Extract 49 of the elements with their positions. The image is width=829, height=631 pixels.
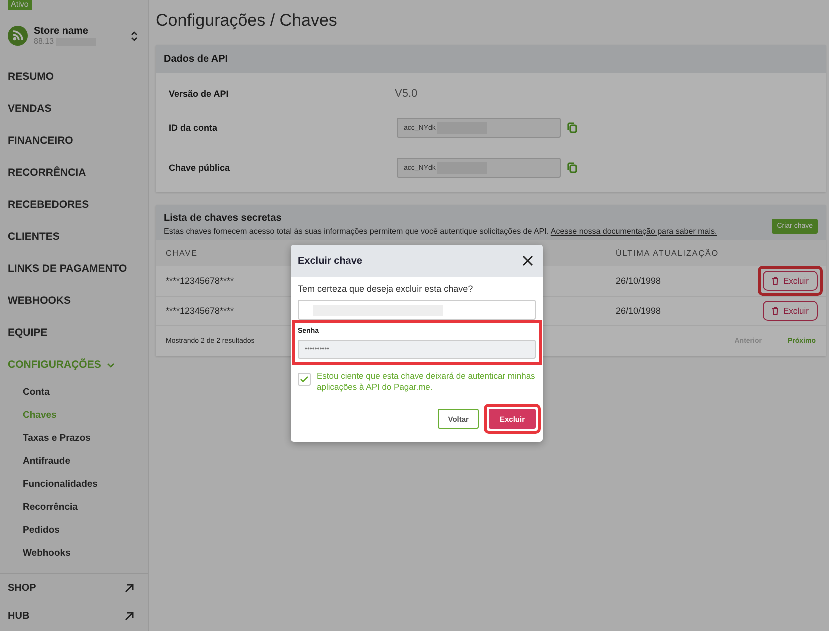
card-description: Estas chaves fornecem acesso total às suas informações permitem que você autentique solicitações de API. Acesse nossa documentação para saber mais. [164,227,718,236]
field-label: Chave pública [169,163,232,173]
external-link-arrow-icon [125,612,134,620]
sidebar-subitem[interactable]: Conta [0,381,148,404]
dialog-title: Excluir chave [298,256,362,266]
sidebar-subitem[interactable]: Antifraude [0,450,148,473]
documentation-link[interactable]: Acesse nossa documentação para saber mais. [550,227,718,236]
sidebar-item[interactable]: SHOP [8,582,36,594]
sidebar-item[interactable]: HUB [8,610,30,622]
field-label: ID da conta [169,123,219,133]
copy-icon[interactable] [567,162,578,174]
checkbox[interactable] [298,373,311,386]
page-title: Configurações / Chaves [156,11,338,31]
field-label: Versão de API [169,88,230,98]
sidebar-subitem[interactable]: Webhooks [0,542,148,565]
sidebar-item[interactable]: LINKS DE PAGAMENTO [0,253,148,285]
sidebar-item[interactable]: FINANCEIRO [0,125,148,157]
delete-button[interactable]: Excluir [763,271,818,291]
sidebar-subitem[interactable]: Taxas e Prazos [0,427,148,450]
delete-button[interactable]: Excluir [763,301,818,321]
column-header: ÚLTIMA ATUALIZAÇÃO [606,240,737,266]
dialog-question: Tem certeza que deseja excluir esta chave? [298,284,474,294]
table-cell: 26/10/1998 [606,266,737,296]
close-icon[interactable] [522,255,534,267]
sidebar-subitem[interactable]: Recorrência [0,496,148,519]
copy-icon[interactable] [567,122,578,134]
table-cell: 26/10/1998 [606,296,737,326]
sidebar-item[interactable]: WEBHOOKS [0,285,148,317]
trash-icon [772,307,780,315]
store-id: 88.13 [34,37,54,46]
sidebar-item[interactable]: EQUIPE [0,317,148,349]
consent-text: Estou ciente que esta chave deixará de autenticar minhas aplicações à API do Pagar.me. [317,371,536,393]
sidebar-item[interactable]: RECEBEDORES [0,189,148,221]
status-badge: Ativo [8,0,32,10]
card-title: Lista de chaves secretas [164,213,283,224]
external-link-arrow-icon [125,584,134,592]
api-version: V5.0 [395,88,419,100]
input-field[interactable] [298,300,536,320]
store-name: Store name [34,26,90,37]
switch-store-icon[interactable] [131,30,138,42]
sidebar-item[interactable]: VENDAS [0,93,148,125]
card-title: Dados de API [164,54,228,64]
sidebar-subitem[interactable]: Pedidos [0,519,148,542]
sidebar-item[interactable]: RESUMO [0,61,148,93]
sidebar-subitem[interactable]: Funcionalidades [0,473,148,496]
store-logo-icon [8,26,28,46]
trash-icon [772,277,780,285]
sidebar-item[interactable]: CLIENTES [0,221,148,253]
sidebar-item[interactable]: RECORRÊNCIA [0,157,148,189]
